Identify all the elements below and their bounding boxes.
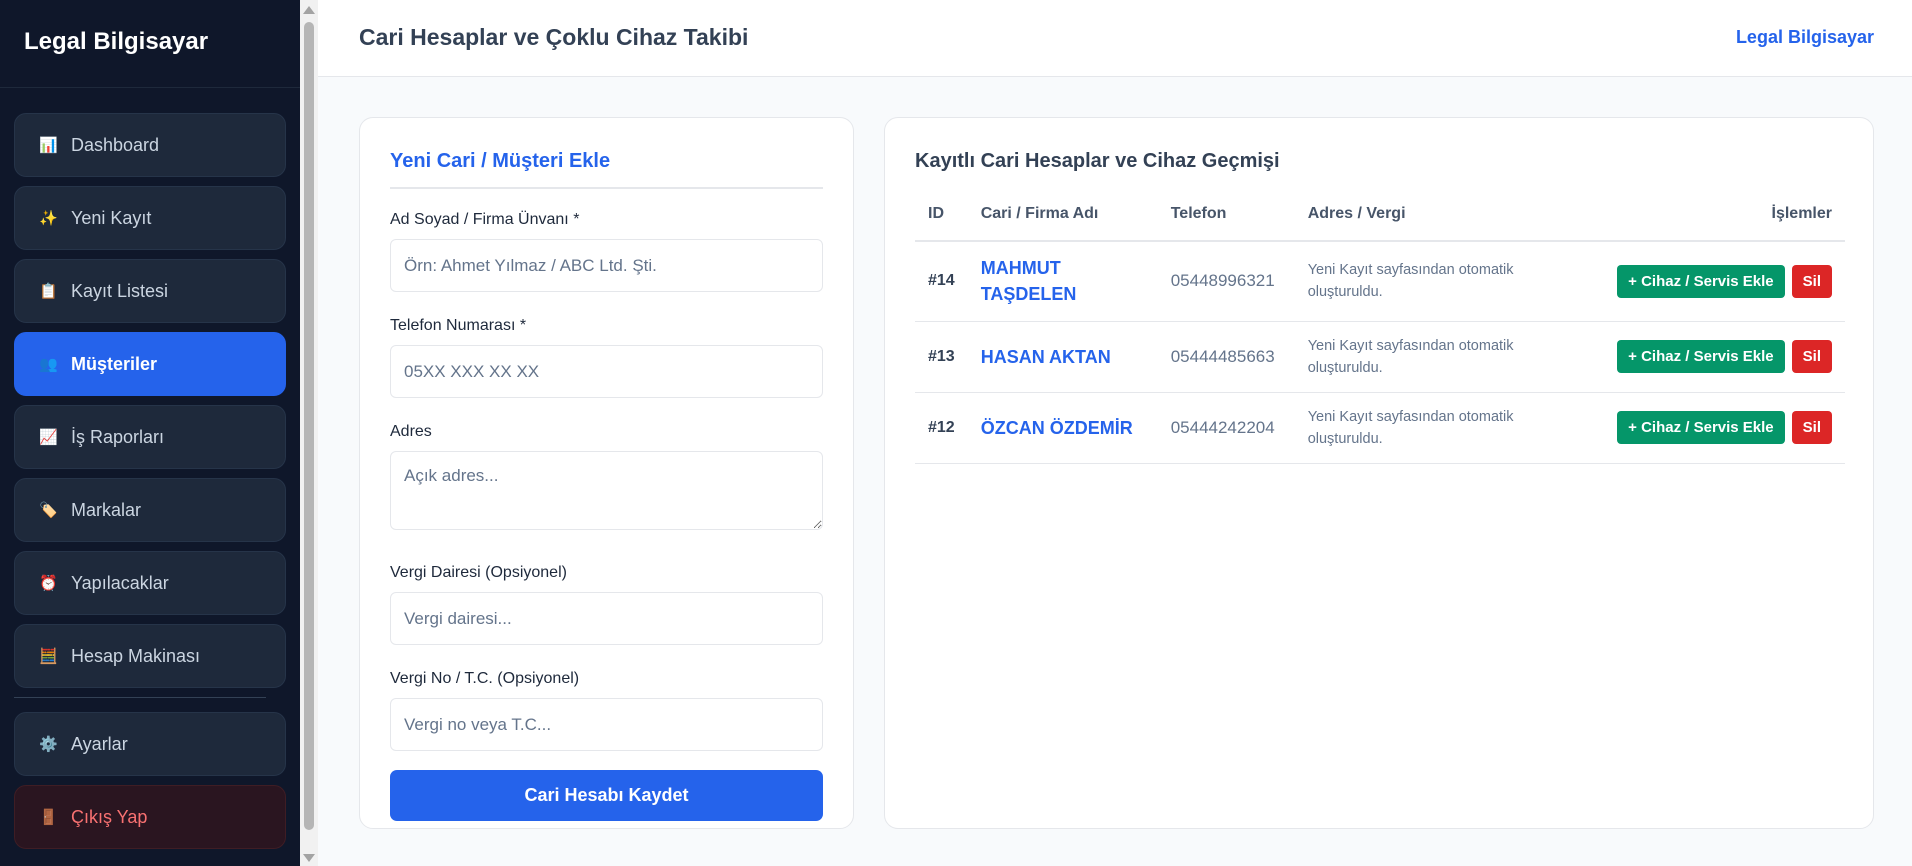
row-id: #12 <box>915 392 968 464</box>
form-title: Yeni Cari / Müşteri Ekle <box>390 150 823 189</box>
sidebar-item-todos[interactable]: ⏰ Yapılacaklar <box>14 551 286 615</box>
tax-office-label: Vergi Dairesi (Opsiyonel) <box>390 564 567 581</box>
sidebar-item-calculator[interactable]: 🧮 Hesap Makinası <box>14 624 286 688</box>
sidebar-item-label: İş Raporları <box>71 426 165 447</box>
customer-name-link[interactable]: ÖZCAN ÖZDEMİR <box>967 392 1158 464</box>
delete-button[interactable]: Sil <box>1791 264 1832 298</box>
row-address: Yeni Kayıt sayfasından otomatik oluşturu… <box>1294 321 1535 393</box>
page-title: Cari Hesaplar ve Çoklu Cihaz Takibi <box>359 24 749 50</box>
row-address: Yeni Kayıt sayfasından otomatik oluşturu… <box>1294 392 1535 464</box>
add-device-button[interactable]: + Cihaz / Servis Ekle <box>1617 264 1785 298</box>
header-brand-link[interactable]: Legal Bilgisayar <box>1736 27 1874 48</box>
tax-no-input[interactable] <box>390 698 823 751</box>
customer-name-link[interactable]: HASAN AKTAN <box>967 321 1158 393</box>
sidebar-item-label: Dashboard <box>71 134 160 155</box>
row-actions: + Cihaz / Servis Ekle Sil <box>1534 241 1845 322</box>
sidebar: Legal Bilgisayar 📊 Dashboard ✨ Yeni Kayı… <box>0 0 300 866</box>
sidebar-item-reports[interactable]: 📈 İş Raporları <box>14 405 286 469</box>
table-row: #13 HASAN AKTAN 05444485663 Yeni Kayıt s… <box>915 321 1845 393</box>
row-id: #14 <box>915 241 968 322</box>
top-header: Cari Hesaplar ve Çoklu Cihaz Takibi Lega… <box>318 0 1912 77</box>
sidebar-item-label: Ayarlar <box>71 733 128 754</box>
chart-icon: 📊 <box>39 137 58 154</box>
sidebar-brand: Legal Bilgisayar <box>0 0 300 88</box>
row-id: #13 <box>915 321 968 393</box>
tag-icon: 🏷️ <box>39 502 58 519</box>
sidebar-item-logout[interactable]: 🚪 Çıkış Yap <box>14 785 286 849</box>
row-phone: 05444242204 <box>1157 392 1295 464</box>
address-textarea[interactable] <box>390 451 823 530</box>
column-header-name: Cari / Firma Adı <box>967 205 1158 242</box>
table-row: #12 ÖZCAN ÖZDEMİR 05444242204 Yeni Kayıt… <box>915 392 1845 464</box>
column-header-address: Adres / Vergi <box>1294 205 1535 242</box>
door-icon: 🚪 <box>39 809 58 826</box>
customer-table: ID Cari / Firma Adı Telefon Adres / Verg… <box>915 205 1845 464</box>
phone-label: Telefon Numarası * <box>390 317 527 334</box>
delete-button[interactable]: Sil <box>1791 340 1832 373</box>
phone-input[interactable] <box>390 345 823 398</box>
clipboard-icon: 📋 <box>39 283 58 300</box>
row-phone: 05448996321 <box>1157 241 1295 322</box>
sidebar-item-dashboard[interactable]: 📊 Dashboard <box>14 113 286 177</box>
column-header-phone: Telefon <box>1157 205 1295 242</box>
customer-name-link[interactable]: MAHMUT TAŞDELEN <box>967 241 1158 322</box>
sidebar-item-label: Markalar <box>71 499 142 520</box>
scroll-down-arrow-icon[interactable] <box>303 854 315 862</box>
tax-office-input[interactable] <box>390 592 823 645</box>
alarm-clock-icon: ⏰ <box>39 575 58 592</box>
sidebar-divider <box>14 697 266 698</box>
users-icon: 👥 <box>39 356 58 373</box>
save-account-button[interactable]: Cari Hesabı Kaydet <box>390 770 823 821</box>
list-title: Kayıtlı Cari Hesaplar ve Cihaz Geçmişi <box>915 150 1280 172</box>
row-phone: 05444485663 <box>1157 321 1295 393</box>
sidebar-item-label: Çıkış Yap <box>71 806 148 827</box>
trending-icon: 📈 <box>39 429 58 446</box>
column-header-actions: İşlemler <box>1534 205 1845 242</box>
table-row: #14 MAHMUT TAŞDELEN 05448996321 Yeni Kay… <box>915 241 1845 322</box>
row-actions: + Cihaz / Servis Ekle Sil <box>1534 392 1845 464</box>
sidebar-item-label: Hesap Makinası <box>71 645 201 666</box>
address-label: Adres <box>390 423 432 440</box>
sidebar-item-label: Yapılacaklar <box>71 572 169 593</box>
sparkles-icon: ✨ <box>39 210 58 227</box>
scrollbar-thumb[interactable] <box>304 22 314 830</box>
sidebar-item-label: Müşteriler <box>71 353 158 374</box>
add-device-button[interactable]: + Cihaz / Servis Ekle <box>1617 340 1785 373</box>
row-address: Yeni Kayıt sayfasından otomatik oluşturu… <box>1294 241 1535 322</box>
new-customer-form: Yeni Cari / Müşteri Ekle Ad Soyad / Firm… <box>359 117 854 829</box>
delete-button[interactable]: Sil <box>1791 411 1832 444</box>
sidebar-item-record-list[interactable]: 📋 Kayıt Listesi <box>14 259 286 323</box>
sidebar-item-new-record[interactable]: ✨ Yeni Kayıt <box>14 186 286 250</box>
sidebar-nav: 📊 Dashboard ✨ Yeni Kayıt 📋 Kayıt Listesi… <box>0 88 300 849</box>
sidebar-scrollbar[interactable] <box>300 0 318 866</box>
gear-icon: ⚙️ <box>39 736 58 753</box>
column-header-id: ID <box>915 205 968 242</box>
sidebar-item-brands[interactable]: 🏷️ Markalar <box>14 478 286 542</box>
table-header-row: ID Cari / Firma Adı Telefon Adres / Verg… <box>915 205 1845 242</box>
name-input[interactable] <box>390 239 823 292</box>
tax-no-label: Vergi No / T.C. (Opsiyonel) <box>390 670 580 687</box>
name-label: Ad Soyad / Firma Ünvanı * <box>390 211 580 228</box>
scroll-up-arrow-icon[interactable] <box>303 6 315 14</box>
row-actions: + Cihaz / Servis Ekle Sil <box>1534 321 1845 393</box>
customer-list-card: Kayıtlı Cari Hesaplar ve Cihaz Geçmişi I… <box>884 117 1874 829</box>
sidebar-item-customers[interactable]: 👥 Müşteriler <box>14 332 286 396</box>
sidebar-item-label: Yeni Kayıt <box>71 207 152 228</box>
abacus-icon: 🧮 <box>39 648 58 665</box>
sidebar-item-settings[interactable]: ⚙️ Ayarlar <box>14 712 286 776</box>
add-device-button[interactable]: + Cihaz / Servis Ekle <box>1617 411 1785 444</box>
sidebar-item-label: Kayıt Listesi <box>71 280 169 301</box>
